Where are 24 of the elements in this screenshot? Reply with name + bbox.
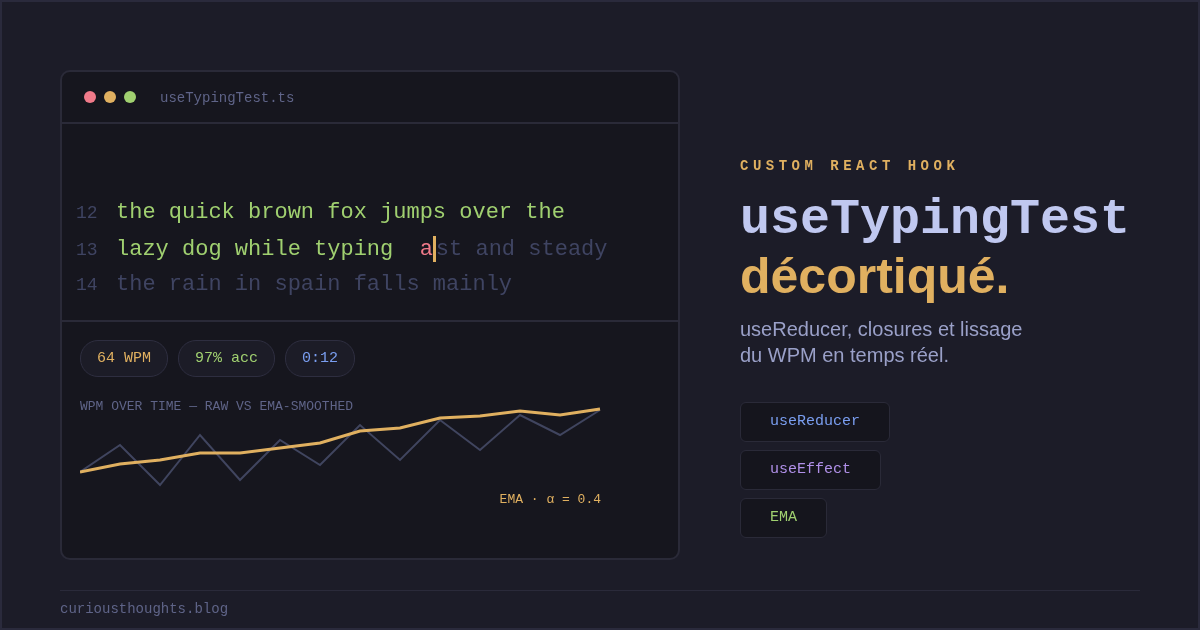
line-number: 14 (76, 275, 99, 295)
tag: EMA (740, 498, 827, 538)
headline-accent: décortiqué. (740, 248, 1011, 304)
stat-chip: 97% acc (178, 340, 276, 377)
stat-chip: 0:12 (285, 340, 356, 377)
chart-note: EMA · α = 0.4 (498, 492, 601, 507)
site-name: curiousthoughts.blog (60, 601, 229, 617)
tag: useEffect (740, 450, 881, 490)
file-name: useTypingTest.ts (160, 90, 295, 106)
typed-text: lazy dog while typing (116, 236, 395, 262)
text-caret (432, 236, 436, 262)
stat-chip: 64 WPM (80, 340, 168, 377)
chart-title: WPM OVER TIME — RAW VS EMA-SMOOTHED (80, 399, 355, 414)
line-number: 13 (76, 239, 99, 260)
error-char: a (419, 236, 433, 262)
tag: useReducer (740, 402, 890, 442)
headline: useTypingTest (740, 192, 1131, 248)
pending-text: the rain in spain falls mainly (116, 272, 513, 297)
subtitle-line: useReducer, closures et lissage (740, 317, 1024, 342)
line-number: 12 (76, 203, 99, 223)
eyebrow-label: CUSTOM REACT HOOK (740, 158, 961, 174)
pending-text: st and steady (435, 236, 608, 262)
subtitle-line: du WPM en temps réel. (740, 343, 950, 368)
typed-text: the quick brown fox jumps over the (116, 200, 565, 225)
